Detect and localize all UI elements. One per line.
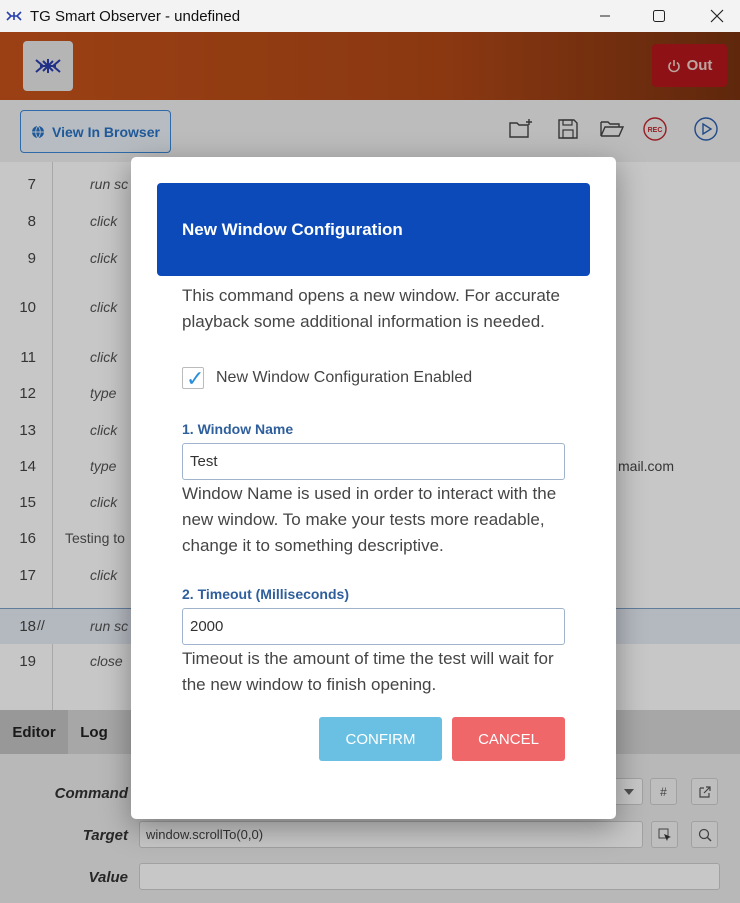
close-window-button[interactable] bbox=[694, 0, 740, 32]
minimize-icon bbox=[600, 15, 610, 17]
window-name-input[interactable]: Test bbox=[182, 443, 565, 480]
window-name-label: 1. Window Name bbox=[182, 421, 294, 437]
timeout-help: Timeout is the amount of time the test w… bbox=[182, 649, 554, 694]
minimize-button[interactable] bbox=[582, 0, 628, 32]
checkmark-icon: ✓ bbox=[186, 366, 205, 391]
config-enabled-row[interactable]: ✓ New Window Configuration Enabled bbox=[182, 366, 473, 391]
maximize-button[interactable] bbox=[636, 0, 682, 32]
dialog-title: New Window Configuration bbox=[157, 183, 590, 276]
app-logo-icon bbox=[6, 11, 22, 21]
maximize-icon bbox=[653, 10, 665, 22]
confirm-button[interactable]: CONFIRM bbox=[319, 717, 442, 761]
new-window-config-dialog: New Window Configuration This command op… bbox=[131, 157, 616, 819]
close-icon bbox=[710, 9, 724, 23]
window-name-help: Window Name is used in order to interact… bbox=[182, 484, 557, 555]
config-enabled-label: New Window Configuration Enabled bbox=[216, 369, 473, 386]
cancel-button[interactable]: CANCEL bbox=[452, 717, 565, 761]
dialog-intro: This command opens a new window. For acc… bbox=[182, 286, 560, 331]
config-enabled-checkbox[interactable]: ✓ bbox=[182, 366, 205, 391]
title-bar: TG Smart Observer - undefined bbox=[0, 0, 740, 32]
timeout-label: 2. Timeout (Milliseconds) bbox=[182, 586, 349, 602]
window-title: TG Smart Observer - undefined bbox=[30, 7, 241, 25]
timeout-input[interactable]: 2000 bbox=[182, 608, 565, 645]
